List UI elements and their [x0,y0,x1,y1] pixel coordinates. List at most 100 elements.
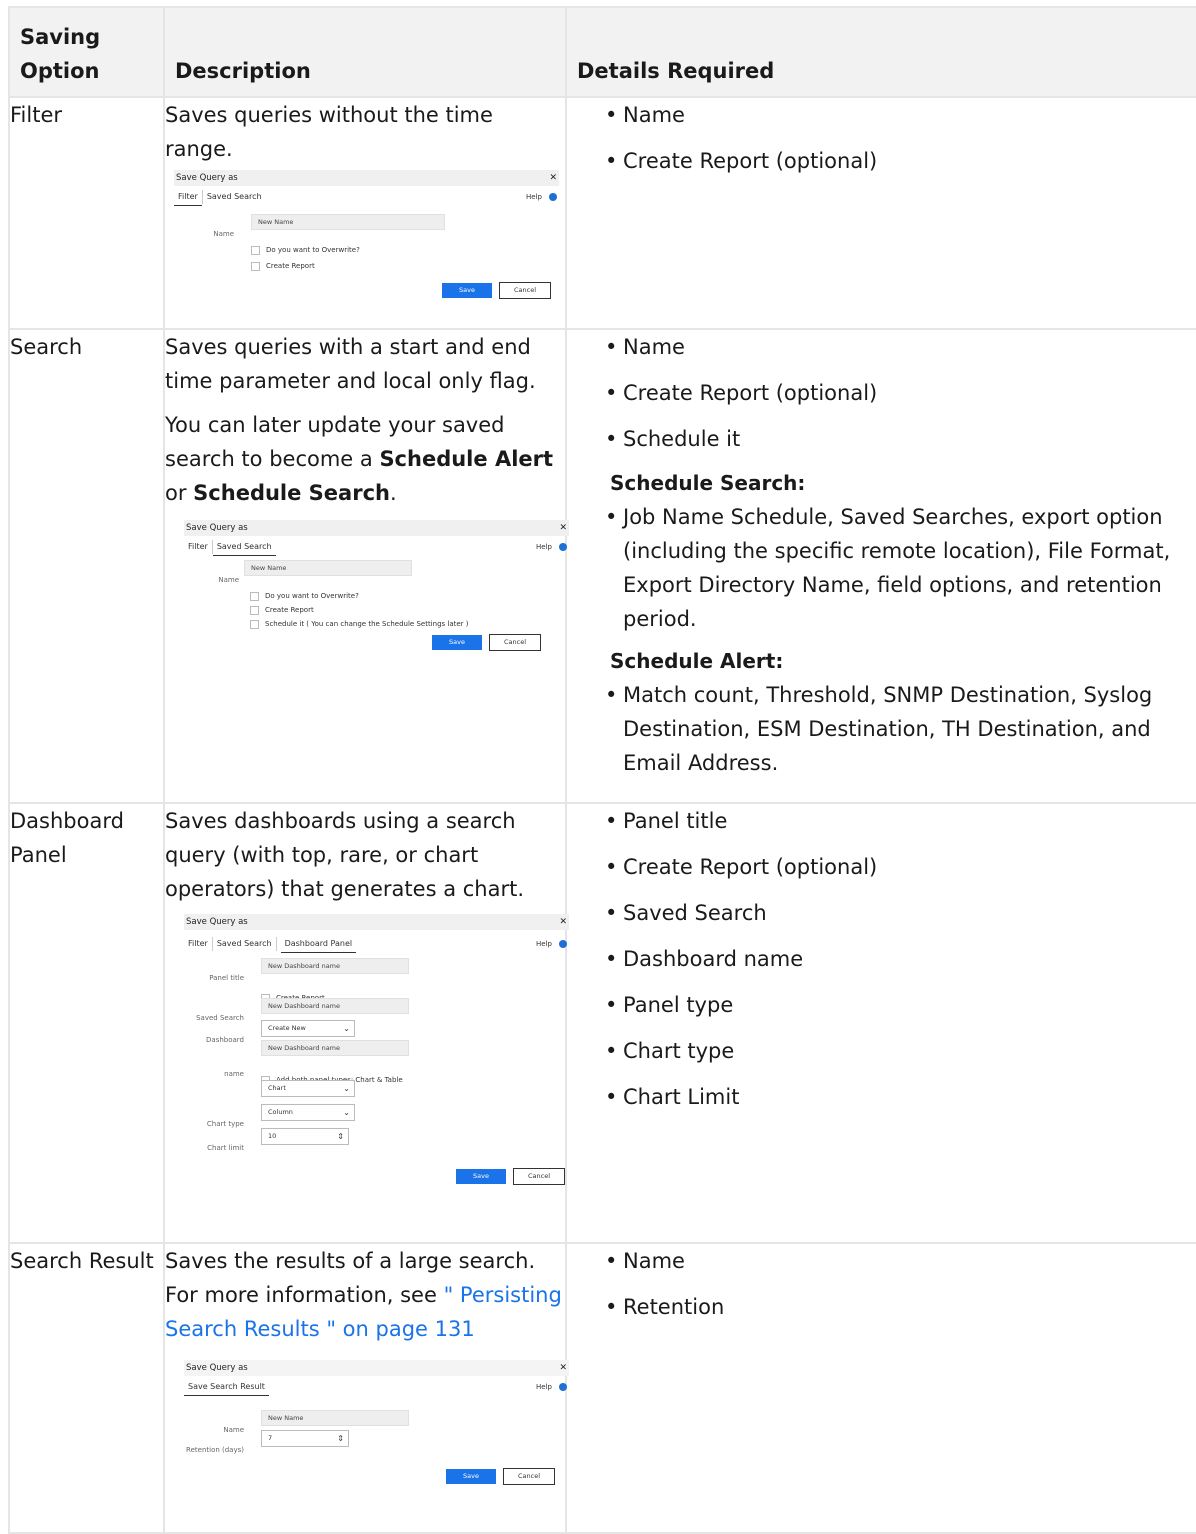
name-input[interactable]: New Name [261,1410,409,1426]
save-button[interactable]: Save [456,1169,506,1184]
dialog-title: Save Query as [186,523,248,533]
description-cell: Saves queries with a start and end time … [163,328,569,804]
dashboard-name-row: Dashboard name Create New ⌄ [184,1020,569,1078]
chevron-down-icon: ⌄ [343,1024,350,1033]
close-icon[interactable]: ✕ [559,1360,567,1376]
panel-type-row: Chart ⌄ [184,1080,569,1104]
dialog-title-bar: Save Query as ✕ [184,1360,569,1376]
dialog-buttons: Save Cancel [435,268,551,302]
save-query-dialog-search: Save Query as ✕ Filter Saved Search Help … [184,520,569,651]
save-query-dialog-dashboard: Save Query as ✕ Filter Saved Search Dashbo… [184,914,569,1185]
close-icon[interactable]: ✕ [559,914,567,930]
create-report-checkbox[interactable]: Create Report [251,249,315,283]
list-item: Match count, Threshold, SNMP Destination… [567,678,1196,780]
retention-stepper[interactable]: 7 ⇕ [261,1430,349,1447]
stepper-arrows-icon[interactable]: ⇕ [337,1431,344,1446]
stepper-arrows-icon[interactable]: ⇕ [337,1129,344,1144]
chart-type-select[interactable]: Column ⌄ [261,1104,355,1121]
create-report-row: Create Report [174,246,559,271]
cancel-button[interactable]: Cancel [503,1468,555,1485]
dialog-title-bar: Save Query as ✕ [184,520,569,536]
dialog-title-bar: Save Query as ✕ [184,914,569,930]
dashboard-name-select[interactable]: Create New ⌄ [261,1020,355,1037]
dashboard-new-name-input[interactable]: New Dashboard name [261,1040,409,1056]
help-icon[interactable] [559,940,567,948]
schedule-alert-list: Match count, Threshold, SNMP Destination… [567,678,1196,780]
option-cell: Dashboard Panel [8,802,165,1244]
help-link[interactable]: Help [532,930,567,958]
retention-row: Retention (days) 7 ⇕ [184,1430,569,1454]
dialog-title: Save Query as [186,1363,248,1373]
header-description: Description [163,6,567,98]
table-row-dashboard-panel: Dashboard Panel Saves dashboards using a… [8,802,1196,1244]
save-button[interactable]: Save [432,635,482,650]
cancel-button[interactable]: Cancel [489,634,541,651]
chevron-down-icon: ⌄ [343,1108,350,1117]
dialog-tabs: Filter Saved Search Help [174,186,559,208]
cancel-button[interactable]: Cancel [513,1168,565,1185]
help-link[interactable]: Help [522,186,557,208]
help-link[interactable]: Help [532,536,567,558]
details-list: Name Create Report (optional) Schedule i… [567,330,1196,456]
help-link[interactable]: Help [532,1376,567,1398]
help-icon[interactable] [559,1383,567,1391]
save-query-dialog-filter: Save Query as ✕ Filter Saved Search Help … [174,170,559,299]
create-report-row: Create Report [184,590,569,615]
close-icon[interactable]: ✕ [549,170,557,186]
description-text: Saves queries without the time range. [165,103,493,161]
tab-dashboard-panel[interactable]: Dashboard Panel [280,936,357,953]
dialog-title-bar: Save Query as ✕ [174,170,559,186]
list-item: Create Report (optional) [567,144,1196,178]
create-report-row: Create Report [184,978,569,1003]
chart-limit-stepper[interactable]: 10 ⇕ [261,1128,349,1145]
dialog-title: Save Query as [176,173,238,183]
chart-limit-row: Chart limit 10 ⇕ [184,1128,569,1152]
description-cell: Saves dashboards using a search query (w… [163,802,569,1244]
panel-type-select[interactable]: Chart ⌄ [261,1080,355,1097]
schedule-search-term: Schedule Search [193,481,390,505]
cancel-button[interactable]: Cancel [499,282,551,299]
list-item: Schedule it [567,422,1196,456]
description-text: Saves the results of a large search. For… [165,1249,562,1341]
details-cell: Name Create Report (optional) Schedule i… [565,328,1196,804]
tab-filter[interactable]: Filter [174,189,202,206]
dialog-tabs: Save Search Result Help [184,1376,569,1400]
dialog-title: Save Query as [186,917,248,927]
tab-saved-search[interactable]: Saved Search [212,539,276,556]
save-query-dialog-search-result: Save Query as ✕ Save Search Result Help … [184,1360,569,1485]
close-icon[interactable]: ✕ [559,520,567,536]
tab-saved-search[interactable]: Saved Search [203,186,266,208]
list-item: Create Report (optional) [567,376,1196,410]
header-details-required: Details Required [565,6,1196,98]
panel-title-input[interactable]: New Dashboard name [261,958,409,974]
chart-limit-label: Chart limit [207,1144,244,1152]
description-text: Saves dashboards using a search query (w… [165,809,525,901]
details-list: Name Retention [567,1244,1196,1324]
add-both-row: Add both panel types: Chart & Table [184,1060,569,1085]
tab-saved-search[interactable]: Saved Search [213,930,276,958]
save-button[interactable]: Save [442,283,492,298]
name-row: Name New Name [184,1410,569,1434]
saved-search-row: Saved Search New Dashboard name [184,998,569,1022]
details-cell: Name Retention [565,1242,1196,1534]
overwrite-row: Do you want to Overwrite? [174,230,559,255]
save-button[interactable]: Save [446,1469,496,1484]
help-icon[interactable] [559,543,567,551]
list-item: Name [567,1244,1196,1278]
tab-filter[interactable]: Filter [184,930,212,958]
overwrite-row: Do you want to Overwrite? [184,576,569,601]
panel-title-row: Panel title New Dashboard name [184,958,569,982]
tab-filter[interactable]: Filter [184,536,212,558]
saved-search-input[interactable]: New Dashboard name [261,998,409,1014]
help-icon[interactable] [549,193,557,201]
dialog-tabs: Filter Saved Search Dashboard Panel Help [184,930,569,958]
list-item: Chart Limit [567,1080,1196,1114]
name-input[interactable]: New Name [251,214,445,230]
dialog-buttons: Save Cancel [449,1154,565,1188]
option-cell: Search Result [8,1242,165,1534]
tab-separator [275,936,277,951]
name-input[interactable]: New Name [244,560,412,576]
tab-save-search-result[interactable]: Save Search Result [184,1379,269,1396]
schedule-search-list: Job Name Schedule, Saved Searches, expor… [567,500,1196,636]
saving-options-table: Saving Option Description Details Requir… [8,6,1196,1534]
